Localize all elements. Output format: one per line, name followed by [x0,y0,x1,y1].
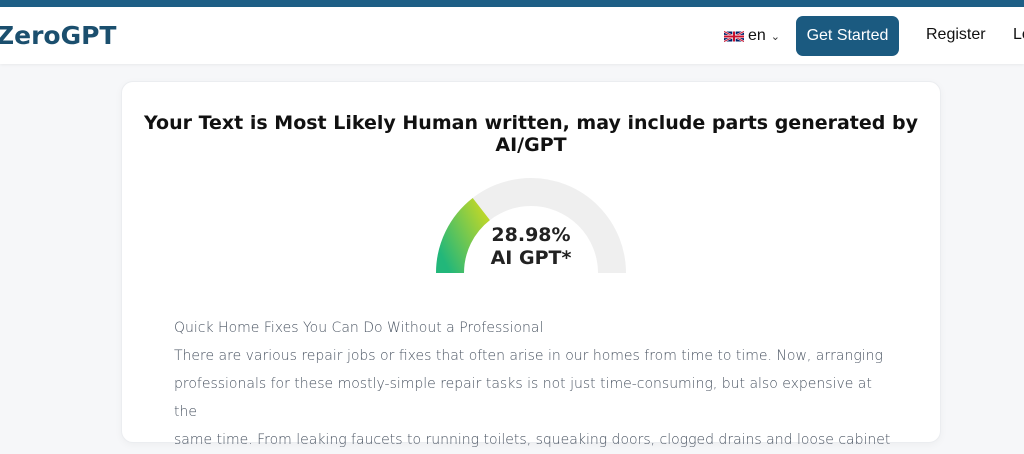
site-header: ZeroGPT en ⌄ Get Started Register Lo [0,7,1024,64]
ai-percentage-label: AI GPT* [490,247,572,269]
register-link[interactable]: Register [926,26,986,44]
ai-percentage: 28.98% [491,224,571,246]
language-label: en [748,27,766,44]
analyzed-text-line: There are various repair jobs or fixes t… [174,348,883,364]
result-title: Your Text is Most Likely Human written, … [144,112,918,156]
analyzed-text: Quick Home Fixes You Can Do Without a Pr… [174,314,894,454]
result-card: Your Text is Most Likely Human written, … [121,81,941,448]
uk-flag-icon [724,30,744,42]
language-selector[interactable]: en ⌄ [724,26,780,46]
get-started-button[interactable]: Get Started [796,16,899,56]
analyzed-text-heading: Quick Home Fixes You Can Do Without a Pr… [174,320,544,336]
analyzed-text-line: professionals for these mostly-simple re… [174,376,872,420]
login-link[interactable]: Lo [1013,26,1024,44]
top-accent-bar [0,0,1024,7]
chevron-down-icon: ⌄ [770,29,781,43]
analyzed-text-line: same time. From leaking faucets to runni… [174,432,891,448]
site-logo[interactable]: ZeroGPT [0,21,116,50]
